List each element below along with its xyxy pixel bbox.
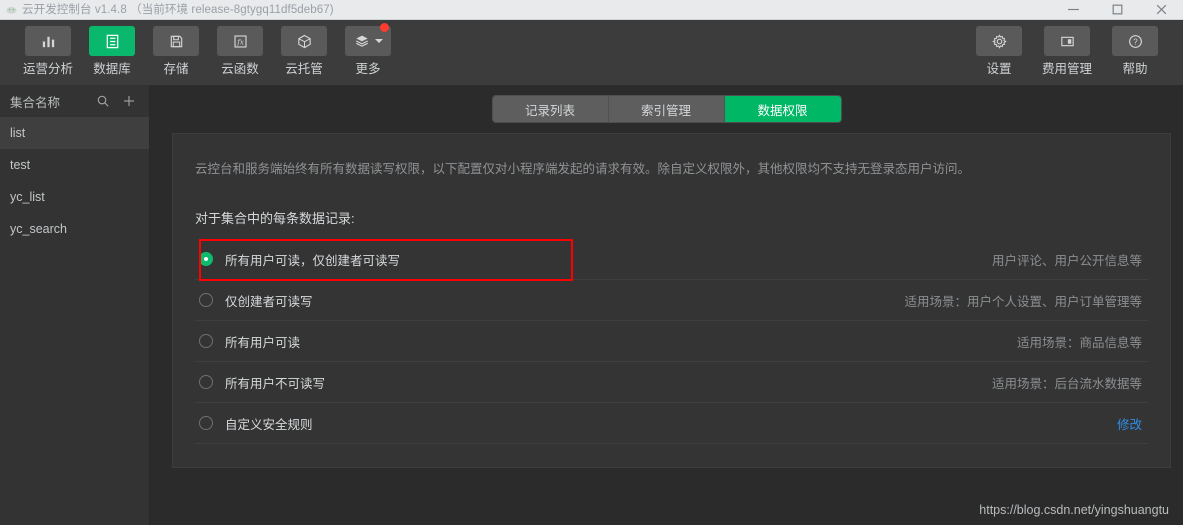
sidebar-item-yc-list[interactable]: yc_list <box>0 181 149 213</box>
cube-icon <box>281 26 327 56</box>
sidebar-item-label: list <box>10 126 26 140</box>
toolbar-item-label: 云托管 <box>285 62 323 76</box>
watermark-text: https://blog.csdn.net/yingshuangtu <box>979 503 1169 517</box>
toolbar-item-label: 运营分析 <box>22 62 73 76</box>
toolbar-item-label: 云函数 <box>221 62 259 76</box>
permissions-description: 云控台和服务端始终有所有数据读写权限，以下配置仅对小程序端发起的请求有效。除自定… <box>195 162 971 176</box>
maximize-icon[interactable] <box>1095 0 1139 20</box>
toolbar-item-help[interactable]: ? 帮助 <box>1107 26 1163 77</box>
permission-option-hint: 适用场景：后台流水数据等 <box>991 376 1142 391</box>
collections-sidebar: 集合名称 list test yc_list yc_search <box>0 85 150 525</box>
toolbar-item-label: 数据库 <box>93 62 131 76</box>
toolbar-item-database[interactable]: 数据库 <box>84 26 140 77</box>
minimize-icon[interactable] <box>1051 0 1095 20</box>
layers-icon <box>345 23 391 56</box>
sidebar-header: 集合名称 <box>0 85 149 117</box>
permissions-heading: 对于集合中的每条数据记录: <box>195 211 355 226</box>
content-area: 记录列表 索引管理 数据权限 云控台和服务端始终有所有数据读写权限，以下配置仅对… <box>150 85 1183 525</box>
panel-window-icon <box>1044 26 1090 56</box>
permission-option-all-read[interactable]: 所有用户可读 适用场景：商品信息等 <box>195 321 1148 362</box>
toolbar-item-settings[interactable]: 设置 <box>971 26 1027 77</box>
sidebar-item-label: yc_list <box>10 190 45 204</box>
gear-icon <box>976 26 1022 56</box>
svg-text:fx: fx <box>236 38 244 46</box>
sidebar-title: 集合名称 <box>10 95 61 110</box>
toolbar-item-cloud-function[interactable]: fx 云函数 <box>212 26 268 77</box>
toolbar-item-cloud-hosting[interactable]: 云托管 <box>276 26 332 77</box>
permission-option-label: 所有用户不可读写 <box>225 376 326 391</box>
question-circle-icon: ? <box>1112 26 1158 56</box>
sidebar-item-yc-search[interactable]: yc_search <box>0 213 149 245</box>
toolbar-item-more[interactable]: 更多 <box>340 23 396 77</box>
toolbar-item-label: 存储 <box>163 62 189 76</box>
permission-option-creator-only[interactable]: 仅创建者可读写 适用场景：用户个人设置、用户订单管理等 <box>195 280 1148 321</box>
main-toolbar: 运营分析 数据库 存储 fx 云函数 云托管 更多 设置 费用管理 ? 帮助 <box>0 20 1183 85</box>
search-icon[interactable] <box>93 91 113 111</box>
toolbar-item-label: 更多 <box>355 62 381 76</box>
radio-button[interactable] <box>199 416 213 430</box>
tab-label: 数据权限 <box>757 103 808 118</box>
save-disk-icon <box>153 26 199 56</box>
collection-list: list test yc_list yc_search <box>0 117 149 525</box>
sidebar-item-label: test <box>10 158 31 172</box>
edit-rules-link[interactable]: 修改 <box>1117 414 1142 433</box>
permission-option-hint: 用户评论、用户公开信息等 <box>991 253 1142 268</box>
notification-badge-dot <box>380 23 389 32</box>
toolbar-item-billing[interactable]: 费用管理 <box>1039 26 1095 77</box>
window-controls <box>1051 0 1183 20</box>
permission-option-none[interactable]: 所有用户不可读写 适用场景：后台流水数据等 <box>195 362 1148 403</box>
permission-option-label: 所有用户可读 <box>225 335 301 350</box>
permission-option-hint: 适用场景：商品信息等 <box>1016 335 1142 350</box>
toolbar-left-group: 运营分析 数据库 存储 fx 云函数 云托管 更多 <box>20 23 396 77</box>
chevron-down-icon <box>374 39 383 43</box>
body-area: 集合名称 list test yc_list yc_search 记录列表 索引… <box>0 85 1183 525</box>
toolbar-item-label: 帮助 <box>1122 62 1148 76</box>
close-icon[interactable] <box>1139 0 1183 20</box>
permission-option-label: 所有用户可读，仅创建者可读写 <box>225 253 401 268</box>
tab-label: 索引管理 <box>640 103 691 118</box>
tab-data-permissions[interactable]: 数据权限 <box>724 96 841 122</box>
permission-option-list: 所有用户可读，仅创建者可读写 用户评论、用户公开信息等 仅创建者可读写 适用场景… <box>195 239 1148 444</box>
bar-chart-icon <box>25 26 71 56</box>
window-title: 云开发控制台 v1.4.8 （当前环境 release-8gtygq11df5d… <box>22 3 334 16</box>
tab-bar: 记录列表 索引管理 数据权限 <box>492 96 841 122</box>
function-fx-icon: fx <box>217 26 263 56</box>
sidebar-item-label: yc_search <box>10 222 67 236</box>
cloud-logo-icon <box>0 0 22 20</box>
radio-button[interactable] <box>199 334 213 348</box>
tab-bar-wrapper: 记录列表 索引管理 数据权限 <box>150 85 1183 133</box>
permission-option-hint: 适用场景：用户个人设置、用户订单管理等 <box>904 294 1142 309</box>
toolbar-item-operations[interactable]: 运营分析 <box>20 26 76 77</box>
tab-record-list[interactable]: 记录列表 <box>492 96 609 122</box>
svg-text:?: ? <box>1133 37 1138 46</box>
toolbar-item-storage[interactable]: 存储 <box>148 26 204 77</box>
toolbar-item-label: 设置 <box>986 62 1012 76</box>
radio-button[interactable] <box>199 252 213 266</box>
toolbar-right-group: 设置 费用管理 ? 帮助 <box>971 26 1163 77</box>
toolbar-item-label: 费用管理 <box>1041 62 1092 76</box>
tab-label: 记录列表 <box>524 103 575 118</box>
permission-option-custom-rules[interactable]: 自定义安全规则 修改 <box>195 403 1148 444</box>
title-bar: 云开发控制台 v1.4.8 （当前环境 release-8gtygq11df5d… <box>0 0 1183 20</box>
sidebar-item-test[interactable]: test <box>0 149 149 181</box>
radio-button[interactable] <box>199 293 213 307</box>
permission-option-label: 仅创建者可读写 <box>225 294 313 309</box>
permissions-card: 云控台和服务端始终有所有数据读写权限，以下配置仅对小程序端发起的请求有效。除自定… <box>172 133 1171 468</box>
radio-button[interactable] <box>199 375 213 389</box>
sidebar-item-list[interactable]: list <box>0 117 149 149</box>
permission-option-all-read-creator-write[interactable]: 所有用户可读，仅创建者可读写 用户评论、用户公开信息等 <box>195 239 1148 281</box>
tab-index-management[interactable]: 索引管理 <box>608 96 725 122</box>
app-window: 云开发控制台 v1.4.8 （当前环境 release-8gtygq11df5d… <box>0 0 1183 525</box>
plus-icon[interactable] <box>119 91 139 111</box>
permission-option-label: 自定义安全规则 <box>225 417 313 432</box>
database-icon <box>89 26 135 56</box>
